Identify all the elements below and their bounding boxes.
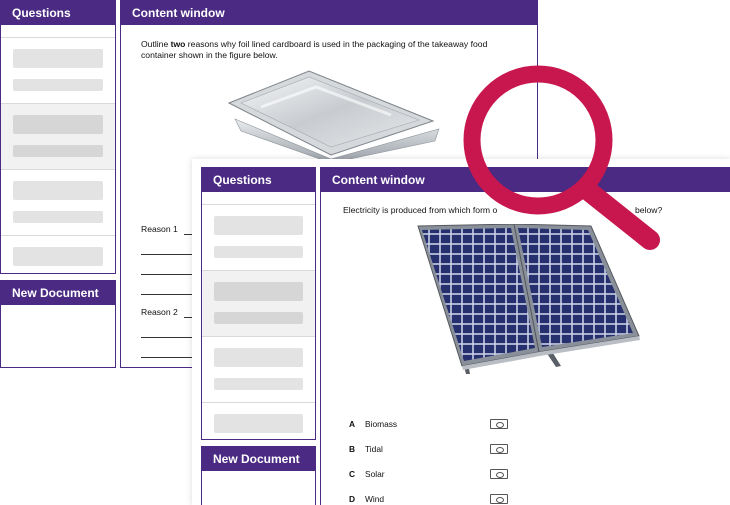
- back-question-list: [1, 25, 115, 273]
- option-letter: A: [349, 419, 356, 429]
- answer-line[interactable]: [141, 274, 193, 275]
- back-questions-title: Questions: [1, 1, 115, 25]
- front-questions-panel: Questions: [201, 167, 316, 440]
- magnifying-glass-icon: [463, 65, 660, 250]
- front-question-item-1[interactable]: [202, 204, 315, 270]
- option-letter: B: [349, 444, 356, 454]
- front-new-document-title[interactable]: New Document: [202, 447, 315, 471]
- question-placeholder-bar: [214, 348, 303, 367]
- option-text: Tidal: [365, 444, 383, 454]
- back-question-item-1[interactable]: [1, 37, 115, 103]
- question-placeholder-bar: [13, 181, 103, 200]
- question-prefix: Outline: [141, 39, 171, 49]
- answer-line[interactable]: [141, 294, 193, 295]
- question-rest: reasons why foil lined cardboard is used…: [141, 39, 488, 60]
- question-placeholder-bar: [214, 312, 303, 324]
- back-list-spacer: [1, 25, 115, 37]
- question-placeholder-bar: [214, 414, 303, 433]
- option-text: Solar: [365, 469, 385, 479]
- front-question-item-4[interactable]: [202, 402, 315, 439]
- foil-container-image: [227, 70, 440, 163]
- back-new-document-panel: New Document: [0, 280, 116, 368]
- back-question-item-3[interactable]: [1, 169, 115, 235]
- question-placeholder-bar: [13, 115, 103, 134]
- question-placeholder-bar: [214, 216, 303, 235]
- reason-1-label: Reason 1: [141, 224, 178, 234]
- option-letter: D: [349, 494, 356, 504]
- question-placeholder-bar: [13, 145, 103, 157]
- question-emphasis: two: [170, 39, 186, 49]
- front-question-item-3[interactable]: [202, 336, 315, 402]
- question-placeholder-bar: [13, 49, 103, 68]
- option-text: Biomass: [365, 419, 398, 429]
- question-placeholder-bar: [13, 247, 103, 266]
- back-question-item-4[interactable]: [1, 235, 115, 273]
- back-question-text: Outline two reasons why foil lined cardb…: [141, 39, 511, 61]
- option-c-radio[interactable]: [490, 469, 508, 479]
- question-placeholder-bar: [13, 211, 103, 223]
- option-b-radio[interactable]: [490, 444, 508, 454]
- option-a-radio[interactable]: [490, 419, 508, 429]
- question-placeholder-bar: [214, 378, 303, 390]
- back-new-document-title[interactable]: New Document: [1, 281, 115, 305]
- reason-2-label: Reason 2: [141, 307, 178, 317]
- front-questions-title: Questions: [202, 168, 315, 192]
- answer-line[interactable]: [141, 357, 193, 358]
- answer-line[interactable]: [141, 254, 193, 255]
- option-text: Wind: [365, 494, 385, 504]
- front-question-list: [202, 192, 315, 439]
- option-d-radio[interactable]: [490, 494, 508, 504]
- question-placeholder-bar: [13, 79, 103, 91]
- question-placeholder-bar: [214, 282, 303, 301]
- front-question-item-2[interactable]: [202, 270, 315, 336]
- question-placeholder-bar: [214, 246, 303, 258]
- front-list-spacer: [202, 192, 315, 204]
- front-new-document-panel: New Document: [201, 446, 316, 505]
- back-content-title: Content window: [121, 1, 537, 25]
- option-letter: C: [349, 469, 356, 479]
- answer-line[interactable]: [141, 337, 193, 338]
- back-questions-panel: Questions: [0, 0, 116, 274]
- back-question-item-2[interactable]: [1, 103, 115, 169]
